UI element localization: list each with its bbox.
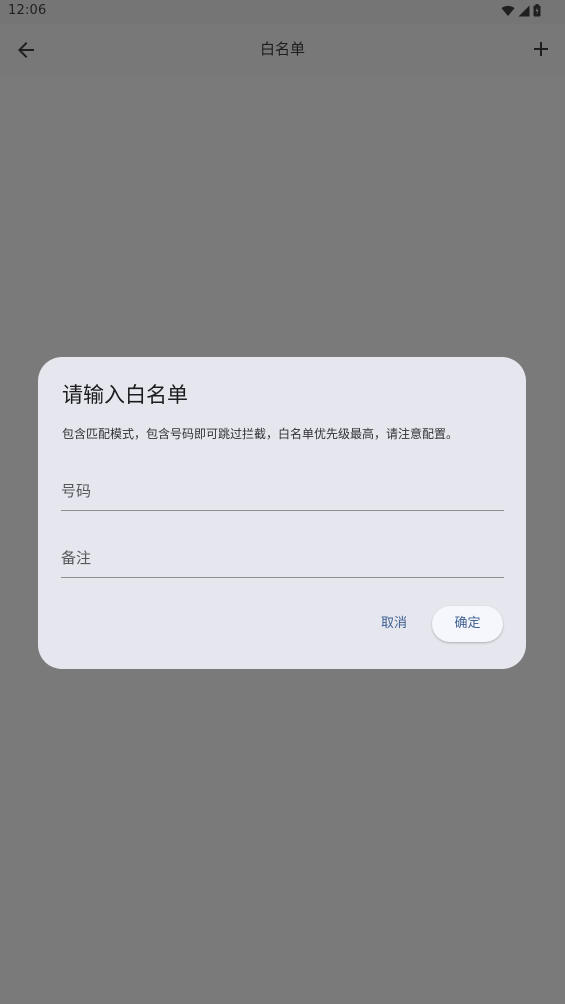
page-title: 白名单 [259, 40, 305, 58]
status-time: 12:06 [8, 3, 47, 18]
plus-icon [534, 42, 548, 56]
whitelist-dialog: 请输入白名单 包含匹配模式，包含号码即可跳过拦截，白名单优先级最高，请注意配置。… [38, 357, 526, 669]
status-bar: 12:06 [0, 0, 565, 24]
wifi-icon [501, 5, 515, 16]
battery-icon [533, 4, 541, 17]
add-button[interactable] [529, 37, 553, 61]
number-input[interactable] [61, 472, 504, 510]
dialog-message: 包含匹配模式，包含号码即可跳过拦截，白名单优先级最高，请注意配置。 [62, 427, 459, 441]
remark-input[interactable] [61, 539, 504, 577]
confirm-button[interactable]: 确定 [432, 606, 503, 642]
dialog-title: 请输入白名单 [62, 383, 188, 407]
app-bar: 白名单 [0, 24, 565, 76]
cellular-signal-icon [518, 5, 530, 16]
remark-field[interactable] [61, 539, 504, 578]
number-field[interactable] [61, 472, 504, 511]
cancel-button[interactable]: 取消 [370, 607, 418, 641]
status-icons [501, 4, 541, 17]
